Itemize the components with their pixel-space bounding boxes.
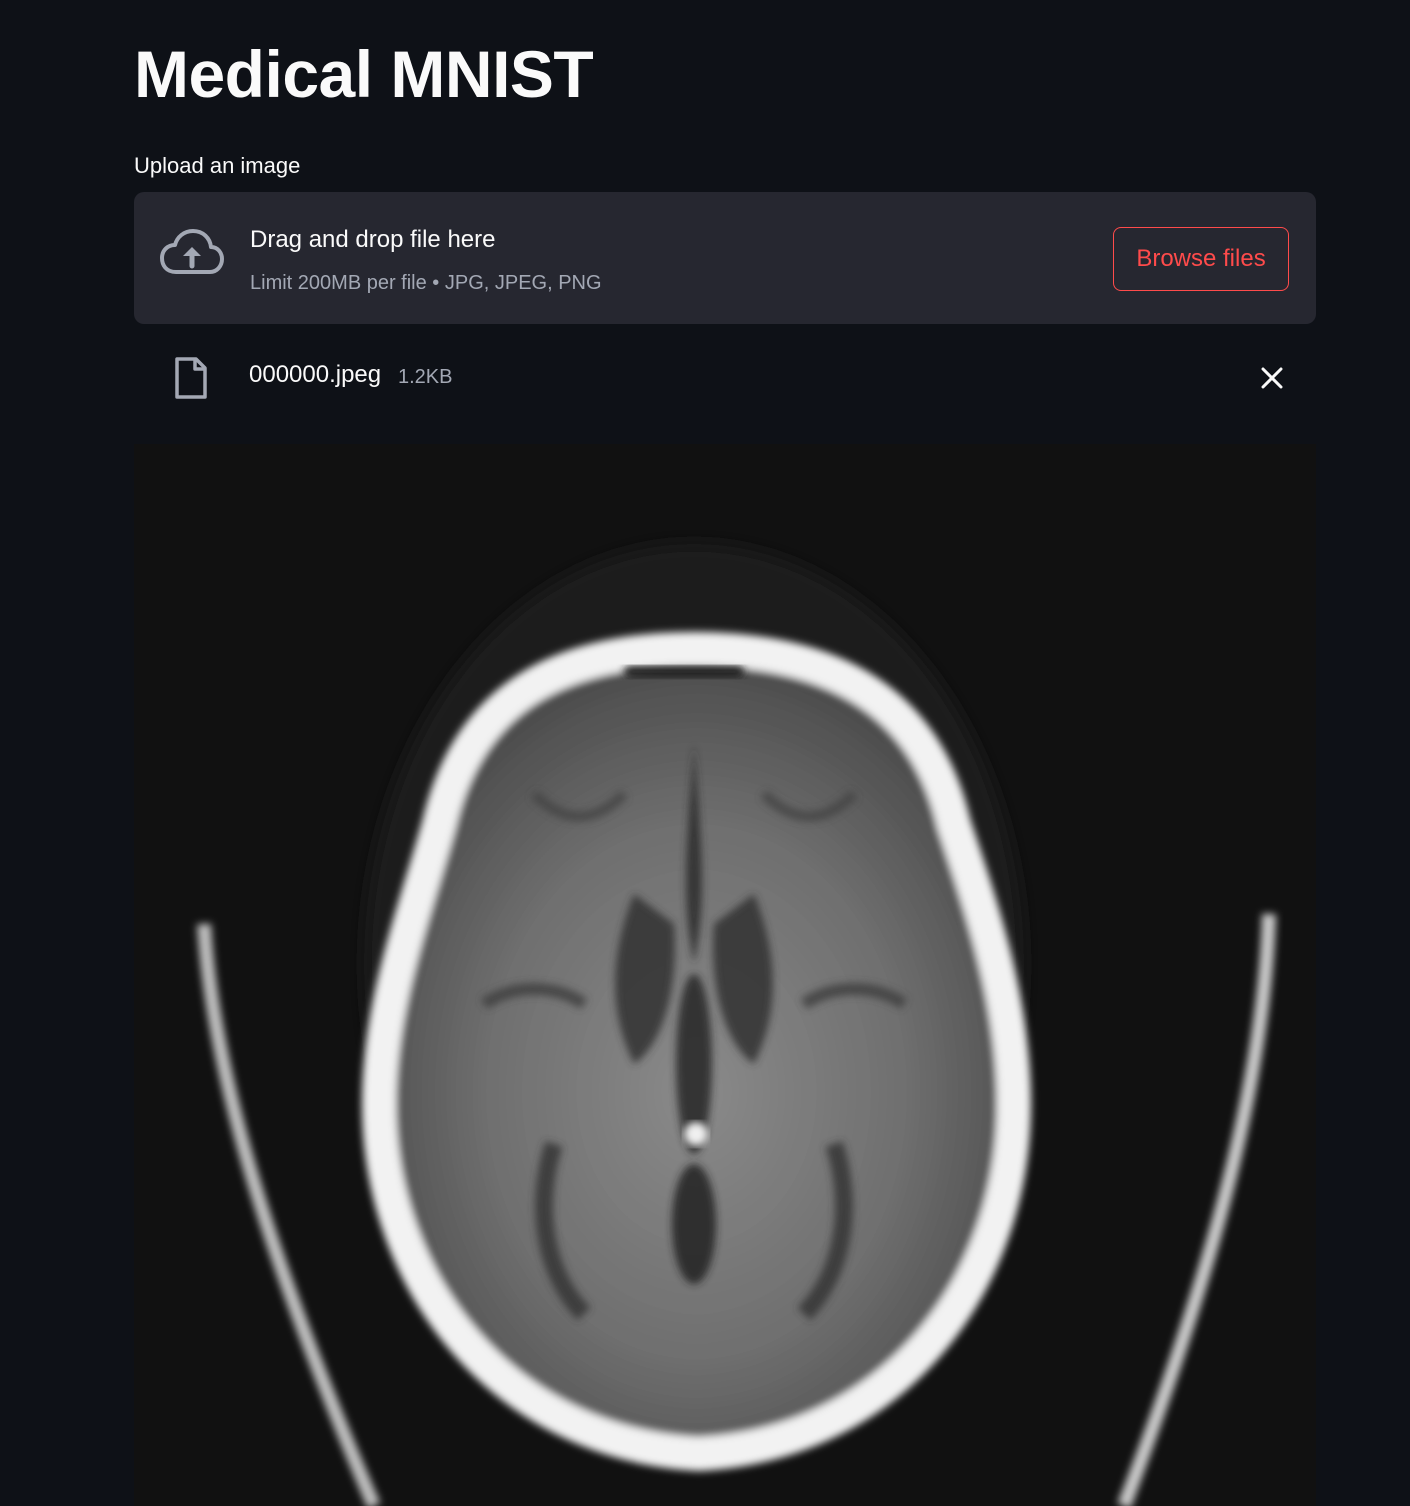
uploaded-file-name: 000000.jpeg: [249, 361, 382, 388]
dropzone-limit-text: Limit 200MB per file • JPG, JPEG, PNG: [250, 272, 602, 294]
uploaded-file-size: 1.2KB: [398, 366, 453, 388]
close-icon[interactable]: [1258, 364, 1286, 392]
page-title: Medical MNIST: [134, 37, 594, 111]
browse-files-button[interactable]: Browse files: [1113, 227, 1289, 291]
uploaded-image: [134, 444, 1316, 1506]
upload-label: Upload an image: [134, 153, 301, 178]
brain-ct-scan-image: [197, 544, 1276, 1506]
uploaded-file-row: 000000.jpeg 1.2KB: [134, 344, 1316, 410]
file-dropzone[interactable]: Drag and drop file here Limit 200MB per …: [134, 192, 1316, 324]
file-icon: [175, 357, 207, 399]
dropzone-instructions: Drag and drop file here: [250, 226, 496, 253]
cloud-upload-icon: [160, 229, 224, 274]
